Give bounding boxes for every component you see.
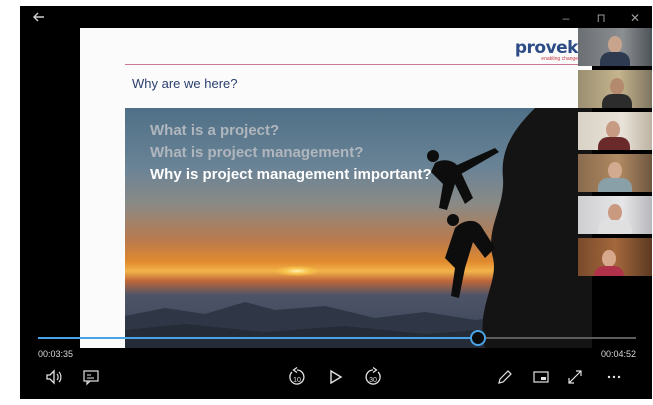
cliff-silhouette xyxy=(427,108,592,348)
fullscreen-button[interactable] xyxy=(566,366,588,388)
participant-thumbnail[interactable] xyxy=(578,154,652,192)
skip-back-label: 10 xyxy=(293,377,301,384)
provek-logo: provek enabling change xyxy=(514,38,579,62)
back-arrow-icon xyxy=(33,12,44,22)
video-player: – ⊓ ✕ provek enabling change Why are we … xyxy=(20,6,652,399)
presentation-slide: provek enabling change Why are we here? … xyxy=(80,28,592,348)
captions-icon xyxy=(83,370,99,386)
seek-bar-progress xyxy=(38,337,479,339)
pencil-icon xyxy=(498,370,512,384)
close-button[interactable]: ✕ xyxy=(626,10,644,26)
question-1: What is a project? xyxy=(150,122,280,139)
logo-word: provek xyxy=(514,38,579,58)
skip-back-button[interactable]: 10 xyxy=(286,366,310,388)
captions-button[interactable] xyxy=(82,366,106,388)
mini-view-icon xyxy=(533,371,549,383)
fullscreen-icon xyxy=(568,370,582,384)
back-button[interactable] xyxy=(32,10,48,26)
question-2: What is project management? xyxy=(150,144,364,161)
seek-bar[interactable] xyxy=(38,337,636,339)
slide-title: Why are we here? xyxy=(132,76,238,91)
participant-thumbnail[interactable] xyxy=(578,70,652,108)
skip-forward-30-icon: 30 xyxy=(365,366,381,385)
question-3: Why is project management important? xyxy=(150,166,432,183)
skip-forward-button[interactable]: 30 xyxy=(362,366,386,388)
climbers-sunset-photo: What is a project? What is project manag… xyxy=(125,108,592,348)
participant-thumbnail[interactable] xyxy=(578,28,652,66)
volume-icon xyxy=(46,369,62,385)
skip-forward-label: 30 xyxy=(369,377,377,384)
maximize-button[interactable]: ⊓ xyxy=(592,10,610,26)
more-options-icon xyxy=(607,375,621,379)
elapsed-time: 00:03:35 xyxy=(38,349,74,359)
more-options-button[interactable] xyxy=(605,366,627,388)
skip-back-10-icon: 10 xyxy=(289,366,305,385)
minimize-button[interactable]: – xyxy=(557,10,575,26)
participant-thumbnail[interactable] xyxy=(578,238,652,276)
slide-divider xyxy=(125,64,592,65)
participant-thumbnail[interactable] xyxy=(578,112,652,150)
edit-button[interactable] xyxy=(496,366,518,388)
seek-handle[interactable] xyxy=(470,330,487,346)
total-duration: 00:04:52 xyxy=(601,349,637,359)
volume-button[interactable] xyxy=(44,366,70,388)
mini-view-button[interactable] xyxy=(532,366,554,388)
participant-thumbnail[interactable] xyxy=(578,196,652,234)
play-icon xyxy=(330,369,343,385)
play-button[interactable] xyxy=(325,366,349,388)
